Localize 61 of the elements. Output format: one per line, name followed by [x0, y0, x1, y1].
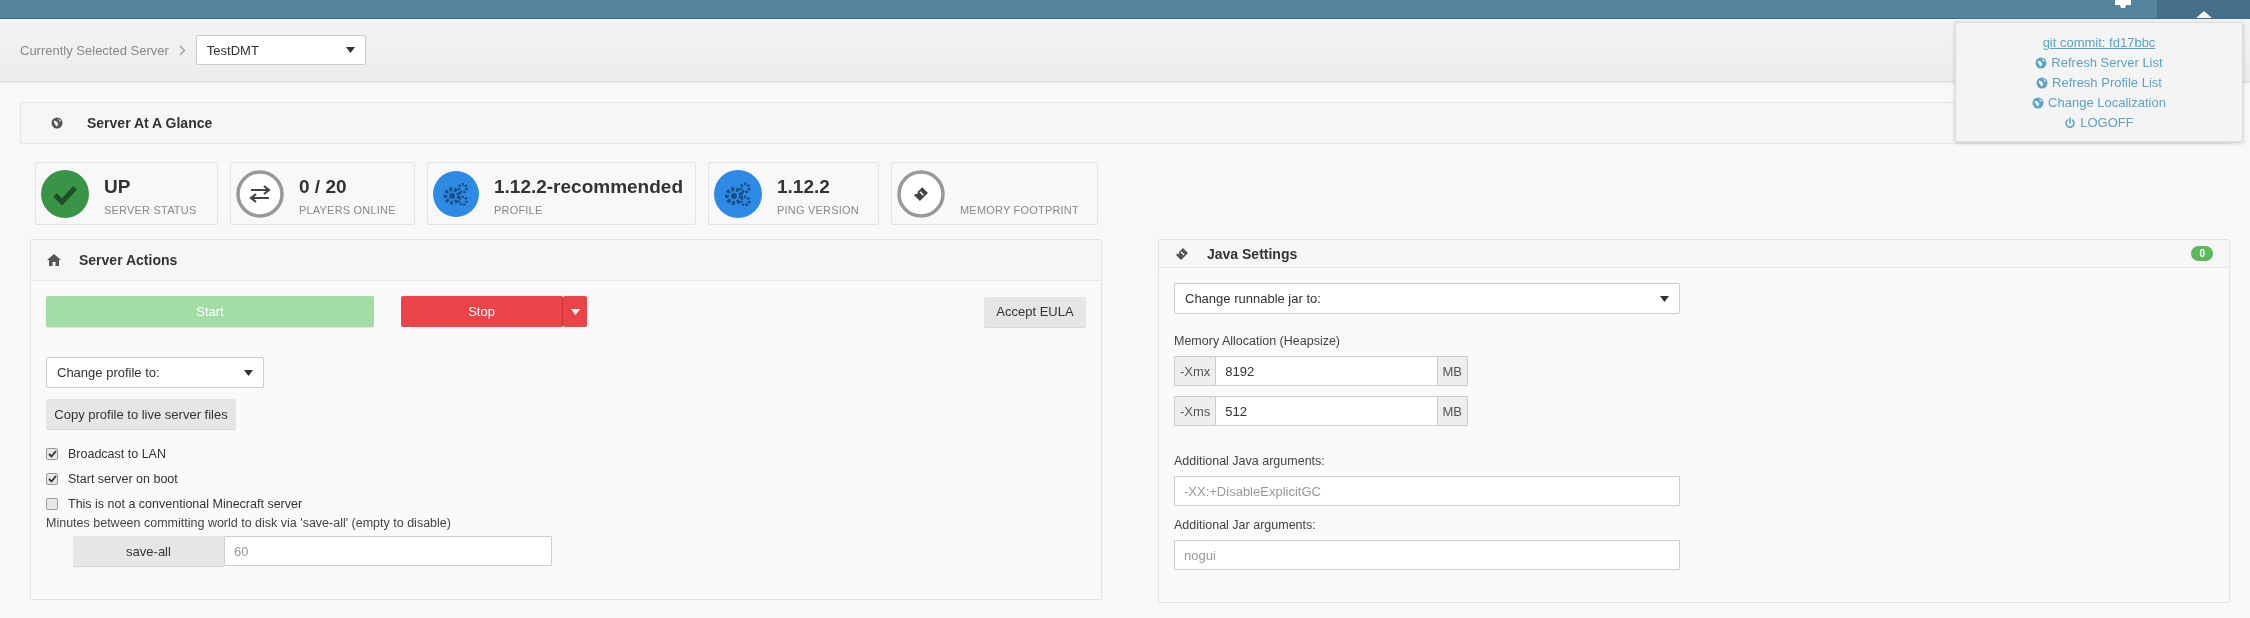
field-prefix: -Xmx: [1174, 356, 1217, 386]
field-unit: MB: [1436, 356, 1468, 386]
checkbox-label: This is not a conventional Minecraft server: [68, 496, 303, 511]
gears-icon: [714, 169, 762, 218]
ticket-circle-icon: [897, 169, 945, 218]
field-unit: MB: [1436, 396, 1468, 426]
stat-value: 0 / 20: [299, 175, 348, 198]
save-all-label: Minutes between committing world to disk via 'save-all' (empty to disable): [46, 516, 452, 530]
copy-profile-button[interactable]: Copy profile to live server files: [46, 399, 236, 429]
field-label: Additional Java arguments:: [1174, 454, 1326, 468]
field-prefix: -Xms: [1174, 396, 1217, 426]
jar-args-input[interactable]: nogui: [1174, 540, 1680, 570]
panel-title: Server At A Glance: [87, 115, 213, 131]
memory-input[interactable]: 8192: [1216, 356, 1437, 386]
swap-arrows-icon: [236, 169, 284, 218]
stat-label: PING VERSION: [777, 203, 859, 216]
menu-pointer: [2195, 11, 2212, 18]
server-select[interactable]: TestDMT: [195, 35, 366, 65]
checkbox[interactable]: [46, 447, 58, 460]
power-icon: [2064, 117, 2077, 129]
stat-value: UP: [104, 175, 132, 198]
chevron-icon: [178, 44, 186, 56]
gears-icon: [433, 169, 479, 218]
caret-icon: [1660, 295, 1669, 302]
ticket-icon: [1175, 246, 1189, 261]
panel-title: Java Settings: [1207, 245, 1299, 262]
stat-value: 1.12.2: [777, 175, 831, 198]
save-all-button[interactable]: save-all: [73, 536, 224, 566]
checkbox-label: Broadcast to LAN: [68, 446, 166, 461]
check-circle-icon: [41, 169, 89, 218]
tray-icon[interactable]: [2115, 0, 2131, 8]
caret-icon: [570, 308, 580, 315]
checkbox[interactable]: [46, 472, 58, 485]
stat-label: SERVER STATUS: [104, 203, 197, 216]
minutes-input[interactable]: 60: [224, 536, 552, 566]
globe-icon: [2035, 57, 2048, 69]
checkbox[interactable]: [46, 497, 58, 510]
field-label: Additional Jar arguments:: [1174, 518, 1317, 532]
home-icon: [47, 254, 61, 266]
globe-icon: [2032, 97, 2045, 109]
field-label: Memory Allocation (Heapsize): [1174, 334, 1342, 348]
stat-label: MEMORY FOOTPRINT: [960, 203, 1079, 216]
java-args-input[interactable]: -XX:+DisableExplicitGC: [1174, 476, 1680, 506]
globe-icon: [51, 117, 63, 129]
stat-label: PROFILE: [493, 203, 544, 216]
stop-button[interactable]: Stop: [401, 296, 563, 327]
globe-icon: [2036, 77, 2049, 89]
user-menu-tab[interactable]: [2157, 0, 2250, 18]
caret-icon: [244, 369, 253, 376]
checkbox-label: Start server on boot: [68, 471, 178, 486]
panel-title: Server Actions: [79, 252, 179, 268]
jar-select[interactable]: Change runnable jar to:: [1174, 283, 1680, 314]
accept-eula-button[interactable]: Accept EULA: [984, 296, 1086, 327]
stat-label: PLAYERS ONLINE: [299, 203, 396, 216]
profile-select[interactable]: Change profile to:: [46, 357, 264, 388]
count-badge: 0: [2191, 246, 2213, 261]
server-label: Currently Selected Server: [20, 42, 169, 58]
stop-menu-button[interactable]: [563, 296, 587, 327]
stat-value: 1.12.2-recommended: [493, 175, 683, 198]
caret-icon: [345, 47, 355, 53]
memory-input[interactable]: 512: [1216, 396, 1437, 426]
